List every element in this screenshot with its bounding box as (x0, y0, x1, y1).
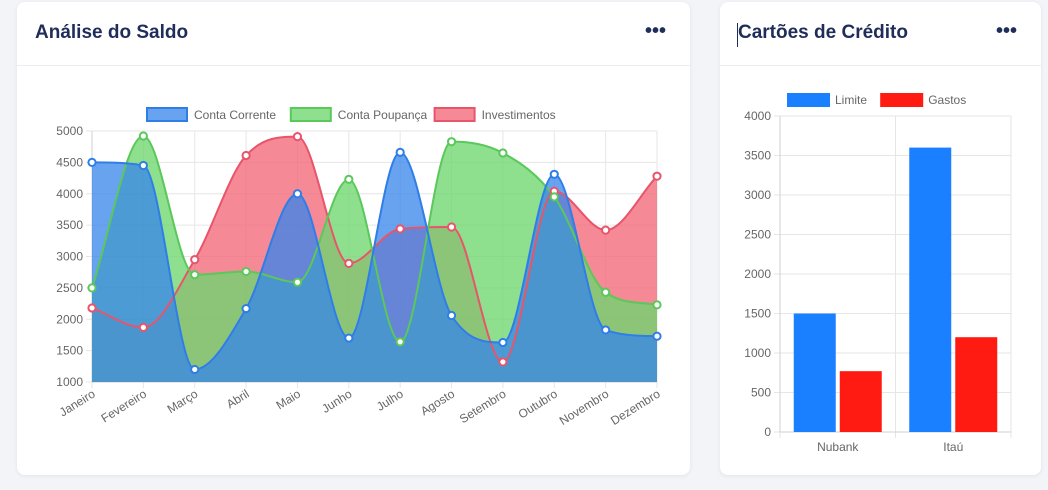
x-tick-label: Outubro (516, 386, 560, 421)
data-point-conta-poupanca (549, 192, 559, 202)
data-point-investimentos (395, 224, 405, 234)
x-tick-label: Março (165, 387, 201, 417)
data-point-investimentos (292, 132, 303, 142)
cartoes-more-options-icon[interactable]: ••• (996, 20, 1017, 43)
x-tick-label: Abril (224, 387, 252, 412)
data-point-conta-poupanca (87, 283, 97, 293)
y-tick-label: 5000 (56, 124, 83, 138)
legend-swatch-limite (787, 93, 830, 107)
data-point-conta-corrente (652, 331, 662, 341)
x-tick-label: Maio (274, 387, 304, 413)
data-point-conta-corrente (292, 189, 303, 199)
data-point-conta-poupanca (395, 337, 405, 347)
data-point-investimentos (446, 222, 457, 232)
saldo-card-title: Análise do Saldo (35, 22, 189, 43)
y-tick-label: 1500 (56, 344, 83, 358)
y-tick-label: 4000 (56, 187, 83, 201)
legend-label-investimentos: Investimentos (482, 108, 556, 122)
legend-label-conta-poupanca: Conta Poupança (338, 108, 428, 122)
cartoes-card: Cartões de Crédito ••• Limite Gastos 0 500 1… (720, 2, 1041, 475)
data-point-conta-corrente (498, 337, 508, 348)
y-tick-label: 2500 (56, 281, 83, 295)
y-tick-label: 0 (764, 425, 771, 439)
x-tick-label: Junho (319, 387, 354, 416)
cartoes-bar-chart: Limite Gastos 0 500 1000 1500 2000 2500 3000 3500… (744, 93, 1012, 454)
legend-item-investimentos: Investimentos (433, 107, 556, 122)
y-tick-label: 3500 (744, 149, 771, 163)
y-tick-label: 3000 (56, 250, 83, 264)
data-point-conta-corrente (549, 169, 559, 179)
bar-limite-itau (909, 147, 952, 432)
bar-gastos-nubank (839, 371, 882, 432)
y-tick-label: 4500 (56, 155, 83, 169)
data-point-conta-poupanca (601, 287, 611, 297)
x-tick-label: Fevereiro (99, 387, 150, 426)
saldo-more-options-icon[interactable]: ••• (645, 20, 666, 43)
data-point-conta-corrente (446, 310, 457, 321)
data-point-investimentos (344, 258, 354, 269)
data-point-conta-poupanca (498, 148, 508, 158)
saldo-line-chart: Conta Corrente Conta Poupança Investimento… (56, 107, 663, 428)
y-tick-label: 2500 (744, 228, 771, 242)
legend-swatch-gastos (880, 93, 924, 107)
data-point-conta-poupanca (190, 270, 200, 280)
y-tick-label: 1500 (744, 307, 771, 321)
data-point-conta-poupanca (446, 137, 457, 147)
y-tick-label: 1000 (744, 346, 771, 360)
legend-label-limite: Limite (835, 93, 867, 107)
legend-label-conta-corrente: Conta Corrente (194, 108, 276, 122)
data-point-conta-corrente (241, 303, 251, 314)
bar-gastos-itau (955, 337, 998, 432)
saldo-legend: Conta Corrente Conta Poupança Investimento… (146, 107, 556, 122)
x-tick-label: Nubank (817, 440, 859, 454)
saldo-card-header: Análise do Saldo ••• (17, 2, 690, 66)
data-point-investimentos (652, 171, 662, 181)
data-point-conta-poupanca (344, 174, 354, 184)
y-tick-label: 4000 (744, 109, 771, 123)
x-tick-label: Novembro (557, 387, 612, 428)
x-tick-label: Itaú (943, 440, 963, 454)
y-tick-label: 3500 (56, 218, 83, 232)
data-point-conta-corrente (87, 157, 97, 167)
data-point-conta-corrente (344, 333, 354, 343)
data-point-conta-poupanca (652, 300, 662, 310)
data-point-conta-corrente (601, 325, 611, 335)
data-point-investimentos (498, 357, 508, 367)
saldo-card: Análise do Saldo ••• Conta Corrente Conta… (17, 2, 690, 475)
y-tick-label: 3000 (744, 188, 771, 202)
data-point-conta-poupanca (292, 277, 303, 287)
cartoes-card-title: Cartões de Crédito (738, 22, 908, 43)
cartoes-card-header: Cartões de Crédito ••• (720, 2, 1041, 66)
y-tick-label: 1000 (56, 375, 83, 389)
legend-item-limite: Limite (787, 93, 867, 107)
y-tick-label: 500 (751, 386, 771, 400)
data-point-investimentos (241, 150, 251, 161)
cartoes-legend: Limite Gastos (787, 93, 966, 107)
data-point-conta-poupanca (241, 266, 251, 277)
data-point-investimentos (601, 225, 611, 235)
y-tick-label: 2000 (56, 312, 83, 326)
x-tick-label: Agosto (418, 386, 457, 418)
x-tick-label: Julho (374, 386, 406, 413)
data-point-investimentos (138, 322, 148, 333)
legend-item-conta-poupanca: Conta Poupança (289, 107, 428, 122)
legend-swatch-investimentos (433, 107, 476, 122)
data-point-conta-corrente (138, 160, 148, 171)
x-tick-label: Setembro (457, 387, 509, 427)
legend-swatch-conta-corrente (146, 107, 188, 122)
data-point-conta-corrente (395, 147, 405, 157)
x-tick-label: Janeiro (57, 386, 98, 419)
data-point-investimentos (190, 255, 200, 265)
legend-label-gastos: Gastos (928, 93, 966, 107)
legend-item-conta-corrente: Conta Corrente (146, 107, 276, 122)
bar-limite-nubank (793, 313, 836, 432)
data-point-conta-poupanca (138, 131, 148, 141)
data-point-conta-corrente (190, 364, 200, 375)
x-tick-label: Dezembro (608, 387, 663, 428)
legend-item-gastos: Gastos (880, 93, 966, 107)
y-tick-label: 2000 (744, 267, 771, 281)
legend-swatch-conta-poupanca (289, 107, 332, 122)
data-point-investimentos (87, 303, 97, 313)
